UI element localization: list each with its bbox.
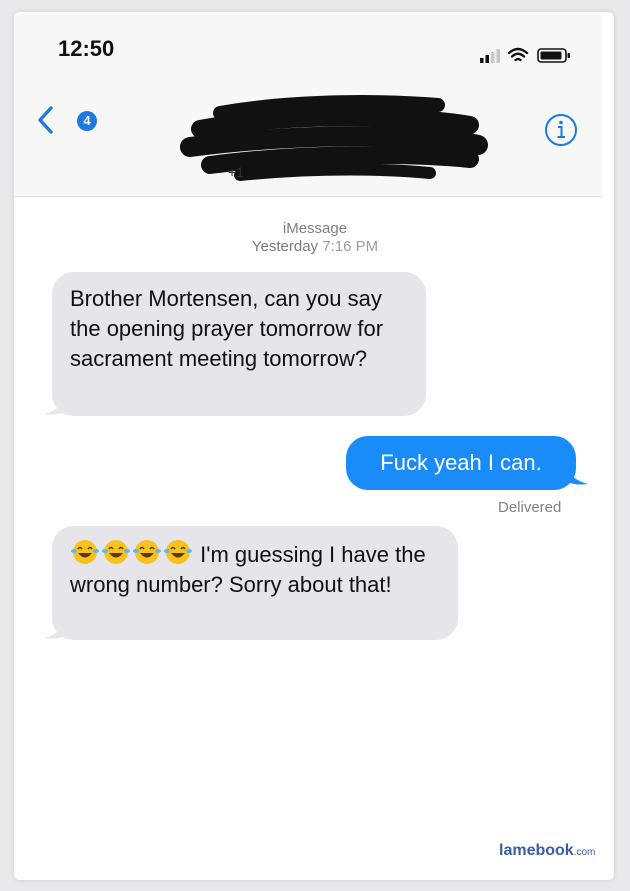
redacted-contact-name[interactable] — [180, 95, 490, 190]
watermark-tld: .com — [573, 847, 596, 858]
watermark: lamebook.com — [499, 842, 595, 860]
unread-count-badge: 4 — [77, 111, 97, 131]
delivered-status: Delivered — [498, 499, 562, 516]
signal-icon — [480, 49, 500, 63]
back-chevron-icon — [38, 106, 53, 134]
info-icon — [545, 114, 577, 146]
info-button[interactable] — [543, 112, 579, 153]
laughing-emoji-icon — [102, 540, 130, 564]
status-icons — [478, 43, 578, 72]
wifi-icon — [507, 47, 529, 62]
laughing-emoji-icon — [164, 540, 192, 564]
timestamp-day: Yesterday — [251, 238, 319, 255]
watermark-brand: lamebook — [499, 842, 574, 859]
laughing-emoji-icon — [71, 540, 99, 564]
contact-number-prefix: +1 — [228, 164, 244, 180]
message-timestamp: Yesterday 7:16 PM — [0, 238, 630, 255]
emoji-group — [70, 540, 200, 567]
service-label: iMessage — [282, 220, 348, 237]
timestamp-time: 7:16 PM — [322, 238, 379, 255]
outgoing-message[interactable]: Fuck yeah I can. — [346, 436, 576, 490]
status-time: 12:50 — [58, 36, 115, 61]
laughing-emoji-icon — [133, 540, 161, 564]
battery-icon — [537, 48, 570, 63]
back-button[interactable]: 4 — [34, 103, 104, 137]
incoming-message[interactable]: Brother Mortensen, can you say the openi… — [52, 272, 426, 416]
incoming-message[interactable]: I'm guessing I have the wrong number? So… — [52, 526, 458, 640]
